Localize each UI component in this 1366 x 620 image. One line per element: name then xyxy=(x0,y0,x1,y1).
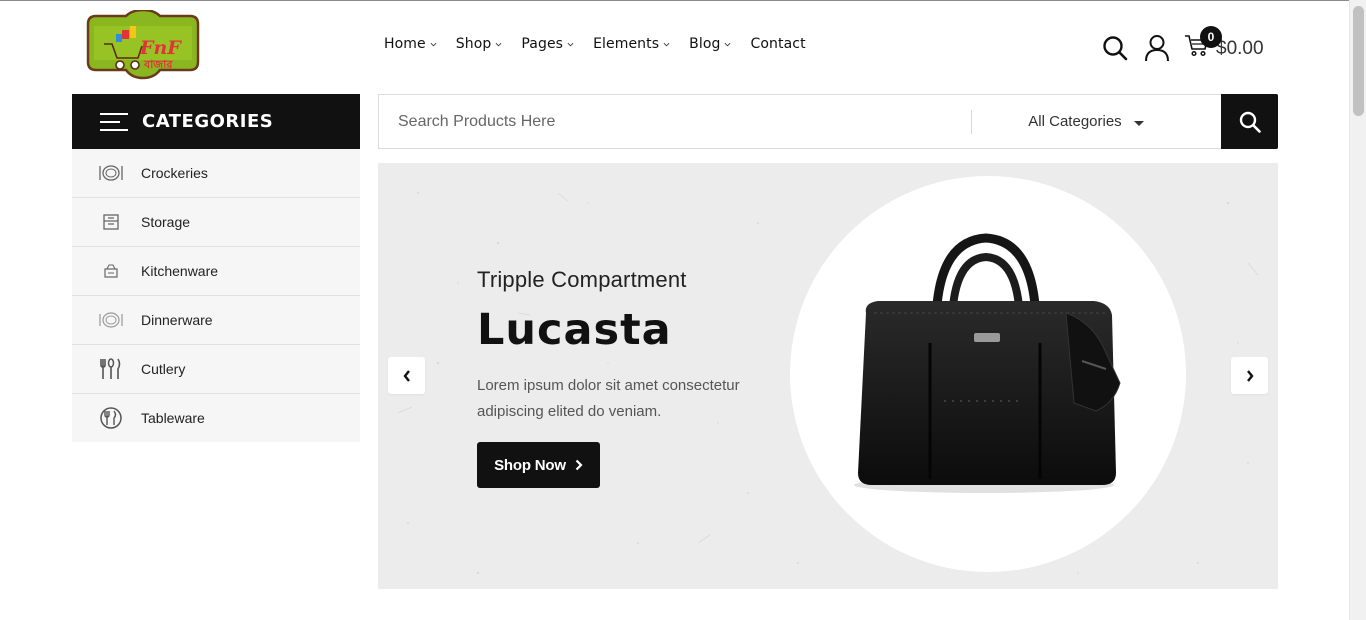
hero-title: Lucasta xyxy=(477,305,672,355)
hero-description: Lorem ipsum dolor sit amet consectetur a… xyxy=(477,377,740,420)
cart-button[interactable]: 0 xyxy=(1184,26,1222,63)
category-item-cutlery[interactable]: Cutlery xyxy=(72,345,360,394)
search-input[interactable] xyxy=(379,112,971,131)
slider-next-button[interactable] xyxy=(1231,357,1268,394)
dinnerware-icon xyxy=(99,308,123,332)
shop-now-label: Shop Now xyxy=(494,456,566,474)
hero-slider: Tripple Compartment Lucasta Lorem ipsum … xyxy=(378,163,1278,589)
nav-shop-label: Shop xyxy=(455,36,492,52)
categories-list: Crockeries Storage Kitchenware Dinnerwar… xyxy=(72,149,360,442)
nav-elements-label: Elements xyxy=(593,36,660,52)
window-top-border xyxy=(0,0,1366,1)
category-select-value: All Categories xyxy=(1028,113,1122,130)
search-icon xyxy=(1239,111,1261,133)
category-item-kitchenware[interactable]: Kitchenware xyxy=(72,247,360,296)
search-icon[interactable] xyxy=(1102,33,1128,63)
category-label: Kitchenware xyxy=(141,263,219,279)
category-item-storage[interactable]: Storage xyxy=(72,198,360,247)
tableware-icon xyxy=(99,406,123,430)
nav-blog-label: Blog xyxy=(689,36,721,52)
menu-icon xyxy=(100,112,128,131)
user-icon[interactable] xyxy=(1144,33,1170,63)
logo-text: FnF xyxy=(139,37,182,59)
slider-prev-button[interactable] xyxy=(388,357,425,394)
scrollbar-thumb[interactable] xyxy=(1353,6,1364,116)
nav-home[interactable]: Home xyxy=(384,36,437,52)
search-button[interactable] xyxy=(1221,94,1278,149)
category-item-dinnerware[interactable]: Dinnerware xyxy=(72,296,360,345)
chevron-down-icon xyxy=(430,42,437,46)
shop-now-button[interactable]: Shop Now xyxy=(477,442,600,488)
category-label: Dinnerware xyxy=(141,312,213,328)
chevron-down-icon xyxy=(725,42,731,46)
site-logo[interactable]: FnF বাজার xyxy=(82,8,204,80)
nav-contact[interactable]: Contact xyxy=(750,36,805,52)
search-bar: All Categories xyxy=(378,94,1278,149)
chevron-down-icon xyxy=(567,42,574,46)
nav-home-label: Home xyxy=(384,36,426,52)
category-label: Crockeries xyxy=(141,165,208,181)
chevron-right-icon xyxy=(1246,369,1254,382)
category-label: Cutlery xyxy=(141,361,186,377)
category-item-tableware[interactable]: Tableware xyxy=(72,394,360,442)
nav-blog[interactable]: Blog xyxy=(689,36,731,52)
caret-down-icon xyxy=(1133,120,1144,126)
main-nav: Home Shop Pages Elements Blog Contact xyxy=(384,36,825,52)
nav-contact-label: Contact xyxy=(750,36,806,52)
chevron-right-icon xyxy=(575,459,583,471)
chevron-left-icon xyxy=(402,369,410,382)
nav-pages[interactable]: Pages xyxy=(521,36,574,52)
category-label: Storage xyxy=(141,214,191,230)
page-scrollbar[interactable] xyxy=(1349,0,1366,620)
kitchenware-icon xyxy=(99,259,123,283)
crockery-icon xyxy=(99,161,123,185)
category-item-crockeries[interactable]: Crockeries xyxy=(72,149,360,198)
header-actions: 0 $0.00 xyxy=(1102,26,1264,63)
chevron-down-icon xyxy=(663,42,670,46)
category-select[interactable]: All Categories xyxy=(972,113,1200,130)
categories-header[interactable]: CATEGORIES xyxy=(72,94,360,149)
cart-count-badge: 0 xyxy=(1200,26,1222,48)
cutlery-icon xyxy=(99,357,123,381)
hero-subtitle: Tripple Compartment xyxy=(477,267,687,292)
categories-title: CATEGORIES xyxy=(142,111,274,132)
nav-elements[interactable]: Elements xyxy=(593,36,670,52)
product-image-bag xyxy=(854,233,1121,493)
nav-pages-label: Pages xyxy=(521,36,564,52)
logo-subtext: বাজার xyxy=(143,58,173,71)
cart-total[interactable]: $0.00 xyxy=(1216,38,1264,60)
nav-shop[interactable]: Shop xyxy=(456,36,503,52)
category-label: Tableware xyxy=(141,410,205,426)
chevron-down-icon xyxy=(495,42,502,46)
storage-icon xyxy=(99,210,123,234)
